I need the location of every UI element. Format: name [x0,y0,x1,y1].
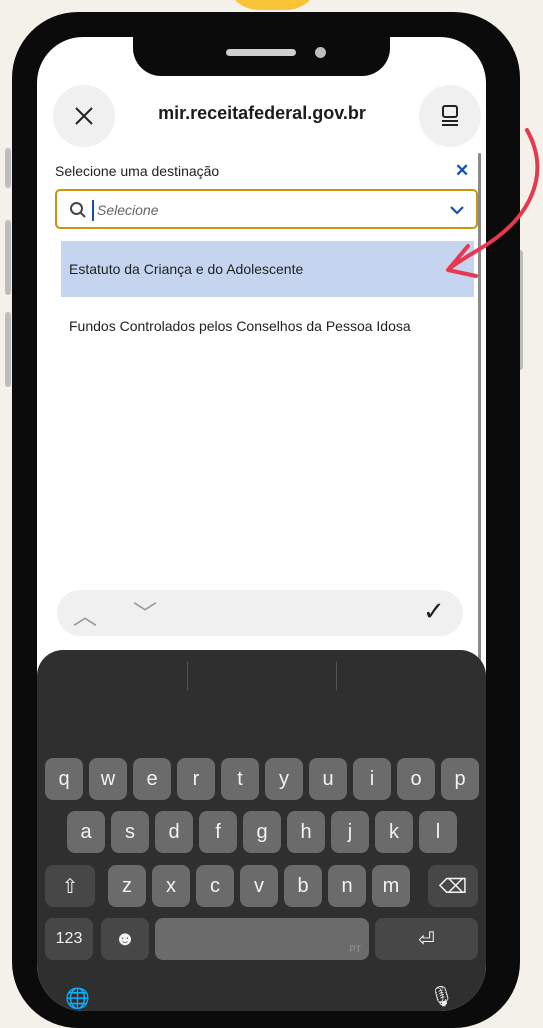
microphone-icon[interactable]: 🎙 [429,984,454,1009]
search-icon [70,202,86,218]
reader-button[interactable] [419,85,481,147]
option-item[interactable]: Fundos Controlados pelos Conselhos da Pe… [61,298,474,354]
key-a[interactable]: a [67,811,105,853]
suggestion-divider [187,662,188,690]
key-c[interactable]: c [196,865,234,907]
key-j[interactable]: j [331,811,369,853]
key-e[interactable]: e [133,758,171,800]
destination-select[interactable]: Selecione [55,189,478,229]
key-r[interactable]: r [177,758,215,800]
key-v[interactable]: v [240,865,278,907]
suggestion-divider [336,662,337,690]
search-input[interactable]: Selecione [97,202,159,218]
globe-icon[interactable]: 🌐 [65,986,90,1011]
emoji-key[interactable]: ☻ [101,918,149,960]
previous-field-button[interactable]: ︿ [73,596,97,631]
phone-screen: mir.receitafederal.gov.br Selecione uma … [37,37,486,1011]
field-label: Selecione uma destinação [55,163,220,179]
delete-key[interactable]: ⌫ [428,865,478,907]
close-button[interactable] [53,85,115,147]
text-cursor [92,200,94,221]
space-key[interactable]: PT [155,918,369,960]
key-d[interactable]: d [155,811,193,853]
front-camera [315,47,326,58]
key-h[interactable]: h [287,811,325,853]
key-o[interactable]: o [397,758,435,800]
top-decoration [225,0,320,10]
key-y[interactable]: y [265,758,303,800]
key-q[interactable]: q [45,758,83,800]
option-label: Fundos Controlados pelos Conselhos da Pe… [69,318,411,334]
key-z[interactable]: z [108,865,146,907]
numbers-key[interactable]: 123 [45,918,93,960]
key-g[interactable]: g [243,811,281,853]
key-i[interactable]: i [353,758,391,800]
key-p[interactable]: p [441,758,479,800]
key-l[interactable]: l [419,811,457,853]
phone-side-button [5,148,11,188]
phone-side-button [5,220,11,295]
keyboard-accessory-bar: ︿ ﹀ ✓ [57,590,463,636]
next-field-button[interactable]: ﹀ [133,594,157,629]
phone-side-button [5,312,11,387]
keyboard: qwertyuiop asdfghjkl zxcvbnm ⇧ ⌫ 123 ☻ P… [37,650,486,1011]
key-u[interactable]: u [309,758,347,800]
option-item[interactable]: Estatuto da Criança e do Adolescente [61,241,474,297]
shift-key[interactable]: ⇧ [45,865,95,907]
reader-mode-icon [442,105,458,126]
key-x[interactable]: x [152,865,190,907]
return-key[interactable]: ⏎ [375,918,478,960]
done-button[interactable]: ✓ [423,596,445,627]
key-w[interactable]: w [89,758,127,800]
close-icon [75,107,93,125]
key-m[interactable]: m [372,865,410,907]
url-label[interactable]: mir.receitafederal.gov.br [137,103,387,124]
key-s[interactable]: s [111,811,149,853]
key-n[interactable]: n [328,865,366,907]
speaker-grille [226,49,296,56]
option-label: Estatuto da Criança e do Adolescente [69,261,304,277]
key-t[interactable]: t [221,758,259,800]
key-f[interactable]: f [199,811,237,853]
chevron-down-icon[interactable] [449,205,465,215]
phone-notch [133,36,390,76]
clear-button[interactable]: ✕ [455,161,469,181]
key-b[interactable]: b [284,865,322,907]
key-k[interactable]: k [375,811,413,853]
